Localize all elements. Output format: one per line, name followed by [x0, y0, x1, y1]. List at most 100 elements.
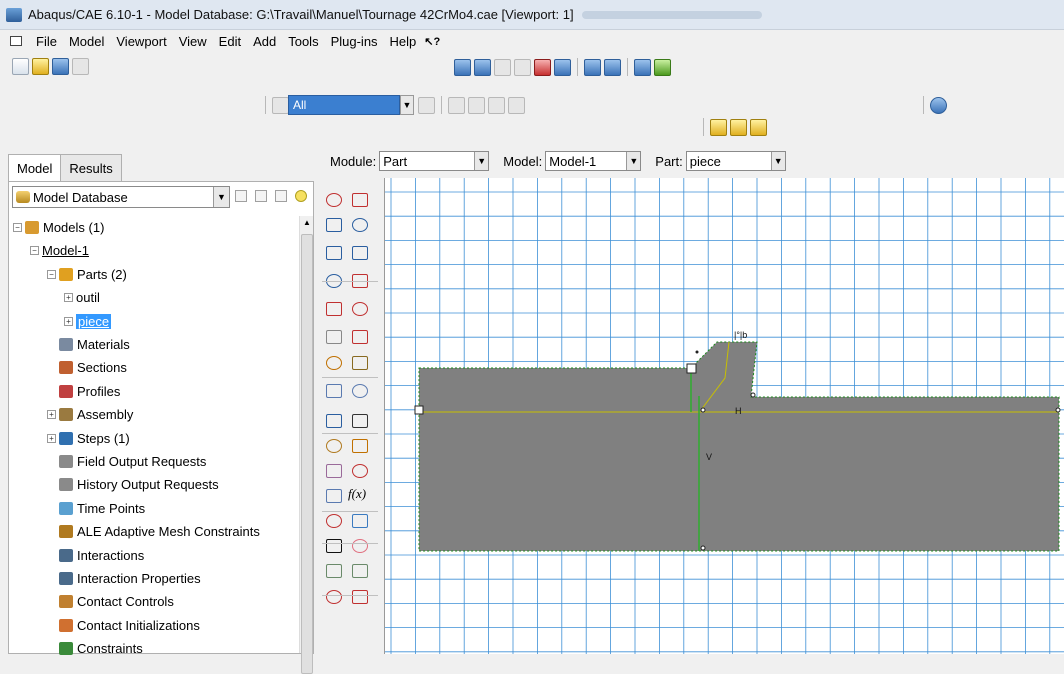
tab-model[interactable]: Model: [8, 154, 62, 182]
lightbulb-icon[interactable]: [295, 190, 307, 202]
box-zoom-icon[interactable]: [514, 58, 531, 76]
cycle-views-icon[interactable]: [554, 58, 571, 76]
linear-pattern-icon[interactable]: [322, 411, 346, 433]
undo-icon[interactable]: [322, 511, 346, 533]
tree-item[interactable]: Interaction Properties: [47, 567, 201, 590]
expand-icon[interactable]: +: [64, 293, 73, 303]
menu-view[interactable]: View: [173, 34, 213, 49]
expand-icon[interactable]: +: [64, 316, 73, 326]
sketch-options-icon[interactable]: [322, 561, 346, 583]
tree-item[interactable]: − Parts (2): [47, 263, 127, 286]
tree-item[interactable]: Contact Initializations: [47, 614, 200, 637]
new-file-icon[interactable]: [12, 58, 29, 75]
model-database-combo[interactable]: Model Database ▼: [12, 186, 230, 208]
select-from-list-icon[interactable]: [508, 96, 525, 114]
system-menu-icon[interactable]: [10, 36, 22, 46]
chevron-down-icon[interactable]: ▼: [626, 152, 641, 170]
sketcher-viewport[interactable]: H V |°|b: [384, 178, 1064, 654]
select-inside-icon[interactable]: [448, 96, 465, 114]
create-arc-icon[interactable]: [348, 243, 372, 265]
chevron-down-icon[interactable]: ▼: [400, 95, 414, 115]
tree-item[interactable]: Contact Controls: [47, 590, 174, 613]
menu-plugins[interactable]: Plug-ins: [325, 34, 384, 49]
filter-tree-icon[interactable]: [255, 190, 267, 202]
menu-tools[interactable]: Tools: [282, 34, 324, 49]
part-combo[interactable]: piece ▼: [685, 151, 786, 171]
tree-item[interactable]: Sections: [47, 356, 127, 379]
module-combo[interactable]: Part ▼: [379, 151, 490, 171]
pan-icon[interactable]: [454, 58, 471, 76]
shaded-icon[interactable]: [654, 58, 671, 76]
magnify-icon[interactable]: [494, 58, 511, 76]
tree-item[interactable]: History Output Requests: [47, 473, 219, 496]
point-small[interactable]: [750, 392, 756, 398]
tree-scrollbar[interactable]: ▲: [299, 216, 314, 674]
tree-item[interactable]: Constraints: [47, 637, 143, 660]
fx-icon[interactable]: f(x): [348, 486, 372, 508]
whats-this-help-icon[interactable]: ↖?: [424, 35, 440, 48]
create-construction-line-icon[interactable]: [322, 327, 346, 349]
tree-options-icon[interactable]: [275, 190, 287, 202]
grid-pattern-icon[interactable]: [348, 411, 372, 433]
sketch-canvas[interactable]: H V |°|b: [385, 178, 1064, 654]
tree-item[interactable]: + Assembly: [47, 403, 133, 426]
parallel-icon[interactable]: [604, 58, 621, 76]
menu-edit[interactable]: Edit: [213, 34, 247, 49]
tree-item[interactable]: Profiles: [47, 380, 120, 403]
point-bottom[interactable]: [700, 545, 706, 551]
wireframe-icon[interactable]: [634, 58, 651, 76]
tab-results[interactable]: Results: [60, 154, 122, 182]
tree-item[interactable]: ALE Adaptive Mesh Constraints: [47, 520, 260, 543]
selection-filter-combo[interactable]: All: [288, 95, 400, 115]
point-right[interactable]: [1055, 407, 1061, 413]
scrollbar-thumb[interactable]: [301, 234, 313, 674]
create-isolated-point-icon[interactable]: [322, 190, 346, 212]
scroll-up-icon[interactable]: ▲: [300, 216, 314, 230]
create-spline-icon[interactable]: [348, 190, 372, 212]
create-circle-icon[interactable]: [322, 215, 346, 237]
tree-item[interactable]: Materials: [47, 333, 130, 356]
tree-item[interactable]: − Models (1): [13, 216, 104, 239]
collapse-icon[interactable]: −: [30, 246, 39, 256]
expand-icon[interactable]: +: [47, 433, 56, 443]
tree-item[interactable]: Interactions: [47, 544, 144, 567]
expand-collapse-icon[interactable]: [235, 190, 247, 202]
chevron-down-icon[interactable]: ▼: [770, 152, 785, 170]
move-icon[interactable]: [348, 381, 372, 403]
info-icon[interactable]: [930, 96, 947, 114]
select-arrow-icon[interactable]: [322, 536, 346, 558]
chevron-down-icon[interactable]: ▼: [213, 187, 229, 207]
tree-item[interactable]: Field Output Requests: [47, 450, 206, 473]
open-file-icon[interactable]: [32, 58, 49, 75]
project-edges-icon[interactable]: [322, 461, 346, 483]
collapse-icon[interactable]: −: [47, 269, 56, 279]
tree-item[interactable]: + Steps (1): [47, 427, 130, 450]
view-box-3-icon[interactable]: [750, 118, 767, 136]
eraser-icon[interactable]: [348, 536, 372, 558]
filter-options-icon[interactable]: [418, 96, 435, 114]
view-box-2-icon[interactable]: [730, 118, 747, 136]
menu-help[interactable]: Help: [384, 34, 423, 49]
create-loop-icon[interactable]: [348, 353, 372, 375]
mirror-icon[interactable]: [322, 381, 346, 403]
tree-item[interactable]: Time Points: [47, 497, 145, 520]
create-arc-3pt-icon[interactable]: [348, 271, 372, 293]
menu-viewport[interactable]: Viewport: [110, 34, 172, 49]
point-h-left[interactable]: [700, 407, 706, 413]
edit-dimension-icon[interactable]: [322, 587, 346, 609]
redo-icon[interactable]: [348, 511, 372, 533]
save-sketch-icon[interactable]: [348, 561, 372, 583]
model-combo[interactable]: Model-1 ▼: [545, 151, 642, 171]
menu-file[interactable]: File: [30, 34, 63, 49]
menu-model[interactable]: Model: [63, 34, 110, 49]
select-arrow-icon[interactable]: [272, 96, 289, 114]
split-icon[interactable]: [348, 436, 372, 458]
drag-shape-icon[interactable]: [468, 96, 485, 114]
ruler-icon[interactable]: [348, 461, 372, 483]
view-box-1-icon[interactable]: [710, 118, 727, 136]
create-dimension-icon[interactable]: [348, 327, 372, 349]
auto-fit-icon[interactable]: [534, 58, 551, 76]
save-file-icon[interactable]: [52, 58, 69, 75]
print-icon[interactable]: [72, 58, 89, 75]
create-ellipse-icon[interactable]: [322, 243, 346, 265]
